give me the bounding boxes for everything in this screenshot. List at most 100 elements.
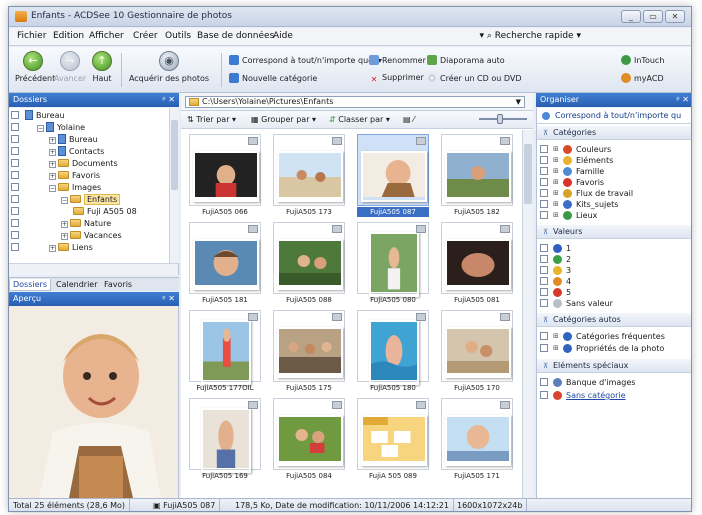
match-any-button[interactable]: Correspond à tout/n'importe quel ▾ <box>229 55 382 65</box>
checkbox[interactable] <box>540 288 548 296</box>
expand-icon[interactable]: ⊞ <box>553 144 559 155</box>
valeurs-section[interactable]: ⊼ Valeurs <box>537 225 691 239</box>
folder-tree-item[interactable]: + Vacances <box>11 230 122 241</box>
checkbox[interactable] <box>540 178 548 186</box>
pin-close-icon[interactable]: ᵖ ✕ <box>676 93 689 107</box>
checkbox[interactable] <box>11 147 19 155</box>
folder-tree-item[interactable]: Fuji A505 08 <box>11 206 137 217</box>
up-button[interactable]: ↑ Haut <box>89 51 115 83</box>
close-button[interactable]: ✕ <box>665 10 685 23</box>
expand-icon[interactable]: ⊞ <box>553 331 559 342</box>
categories-section[interactable]: ⊼ Catégories <box>537 126 691 140</box>
thumbnail-item[interactable]: FujiA505 080 <box>357 222 429 308</box>
organiser-item[interactable]: ⊞ Eléments <box>537 155 691 166</box>
thumbnail-item[interactable]: FujiA505 088 <box>273 222 345 308</box>
expand-icon[interactable]: ⊞ <box>553 199 559 210</box>
new-category-button[interactable]: Nouvelle catégorie <box>229 73 317 83</box>
tab-calendrier[interactable]: Calendrier <box>53 279 101 291</box>
expand-toggle-icon[interactable]: + <box>49 161 56 168</box>
folder-tree-item[interactable]: + Nature <box>11 218 111 229</box>
sort-by-button[interactable]: ⇅ Trier par ▾ <box>187 115 236 124</box>
menu-fichier[interactable]: Fichier <box>17 31 46 41</box>
organiser-item[interactable]: ⊞ Favoris <box>537 177 691 188</box>
thumbnail-size-slider[interactable] <box>479 114 527 124</box>
group-by-button[interactable]: ▦ Grouper par ▾ <box>251 115 316 124</box>
thumbnail-item[interactable]: FujiA505 177OIL <box>189 310 261 396</box>
menu-outils[interactable]: Outils <box>165 31 191 41</box>
checkbox[interactable] <box>11 243 19 251</box>
collapse-chevron-icon[interactable]: ⊼ <box>543 225 548 239</box>
checkbox[interactable] <box>540 299 548 307</box>
organiser-item[interactable]: ⊞ Propriétés de la photo <box>537 343 691 354</box>
slider-knob[interactable] <box>497 114 503 124</box>
checkbox[interactable] <box>11 207 19 215</box>
checkbox[interactable] <box>11 195 19 203</box>
checkbox[interactable] <box>11 135 19 143</box>
folder-tree-item[interactable]: + Favoris <box>11 170 100 181</box>
tab-dossiers[interactable]: Dossiers <box>9 279 51 291</box>
checkbox[interactable] <box>540 378 548 386</box>
folder-tree-hscrollbar[interactable] <box>9 263 179 275</box>
menu-aide[interactable]: Aide <box>273 31 293 41</box>
folder-tree-item[interactable]: + Liens <box>11 242 93 253</box>
organiser-item[interactable]: ⊞ Famille <box>537 166 691 177</box>
pin-close-icon[interactable]: ᵖ ✕ <box>162 93 175 107</box>
checkbox[interactable] <box>540 255 548 263</box>
collapse-chevron-icon[interactable]: ⊼ <box>543 126 548 140</box>
thumbnail-item[interactable]: FujiA505 175 <box>273 310 345 396</box>
checkbox[interactable] <box>11 123 19 131</box>
checkbox[interactable] <box>11 219 19 227</box>
checkbox[interactable] <box>540 145 548 153</box>
expand-toggle-icon[interactable]: + <box>49 137 56 144</box>
checkbox[interactable] <box>540 332 548 340</box>
thumbnail-item[interactable]: FujiA505 081 <box>441 222 513 308</box>
maximize-button[interactable]: ▭ <box>643 10 663 23</box>
expand-toggle-icon[interactable]: + <box>61 233 68 240</box>
pin-close-icon[interactable]: ᵖ ✕ <box>162 292 175 306</box>
expand-toggle-icon[interactable]: − <box>37 125 44 132</box>
expand-toggle-icon[interactable]: + <box>61 221 68 228</box>
expand-icon[interactable]: ⊞ <box>553 155 559 166</box>
folder-tree-item[interactable]: − Enfants <box>11 194 121 205</box>
slideshow-button[interactable]: Diaporama auto <box>427 55 505 65</box>
organiser-item[interactable]: 2 <box>537 254 691 265</box>
menu-afficher[interactable]: Afficher <box>89 31 124 41</box>
checkbox[interactable] <box>540 156 548 164</box>
thumbnail-item[interactable]: FujiA505 170 <box>441 310 513 396</box>
expand-icon[interactable]: ⊞ <box>553 343 559 354</box>
checkbox[interactable] <box>540 167 548 175</box>
checkbox[interactable] <box>540 266 548 274</box>
collapse-chevron-icon[interactable]: ⊼ <box>543 313 548 327</box>
auto-categories-section[interactable]: ⊼ Catégories autos <box>537 313 691 327</box>
menu-base-de-donnees[interactable]: Base de données <box>197 31 274 41</box>
expand-toggle-icon[interactable]: − <box>49 185 56 192</box>
folder-tree-item[interactable]: + Documents <box>11 158 118 169</box>
folder-tree-item[interactable]: Bureau <box>11 110 65 121</box>
organiser-item[interactable]: Banque d'images <box>537 377 691 388</box>
path-field[interactable]: C:\Users\Yolaine\Pictures\Enfants ▼ <box>185 96 525 108</box>
organiser-item[interactable]: ⊞ Catégories fréquentes <box>537 331 691 342</box>
expand-toggle-icon[interactable]: + <box>49 173 56 180</box>
folder-tree-item[interactable]: + Bureau <box>11 134 98 145</box>
menu-edition[interactable]: Edition <box>53 31 84 41</box>
rename-button[interactable]: Renommer <box>369 55 426 65</box>
checkbox[interactable] <box>11 183 19 191</box>
organiser-item[interactable]: ⊞ Kits_sujets <box>537 199 691 210</box>
back-button[interactable]: ← Précédent <box>15 51 55 83</box>
folder-tree-item[interactable]: − Images <box>11 182 101 193</box>
checkbox[interactable] <box>540 244 548 252</box>
minimize-button[interactable]: _ <box>621 10 641 23</box>
expand-icon[interactable]: ⊞ <box>553 188 559 199</box>
folder-tree-item[interactable]: − Yolaine <box>11 122 85 133</box>
organiser-item[interactable]: 1 <box>537 243 691 254</box>
thumbnail-item[interactable]: FujiA505 084 <box>273 398 345 484</box>
myacd-button[interactable]: myACD <box>621 73 664 83</box>
checkbox[interactable] <box>540 200 548 208</box>
thumbnail-item[interactable]: FujiA505 181 <box>189 222 261 308</box>
match-any-option[interactable]: Correspond à tout/n'importe qu <box>537 108 691 124</box>
expand-toggle-icon[interactable]: + <box>49 149 56 156</box>
checkbox[interactable] <box>540 189 548 197</box>
checkbox[interactable] <box>11 159 19 167</box>
checkbox[interactable] <box>11 231 19 239</box>
organiser-item[interactable]: 4 <box>537 276 691 287</box>
